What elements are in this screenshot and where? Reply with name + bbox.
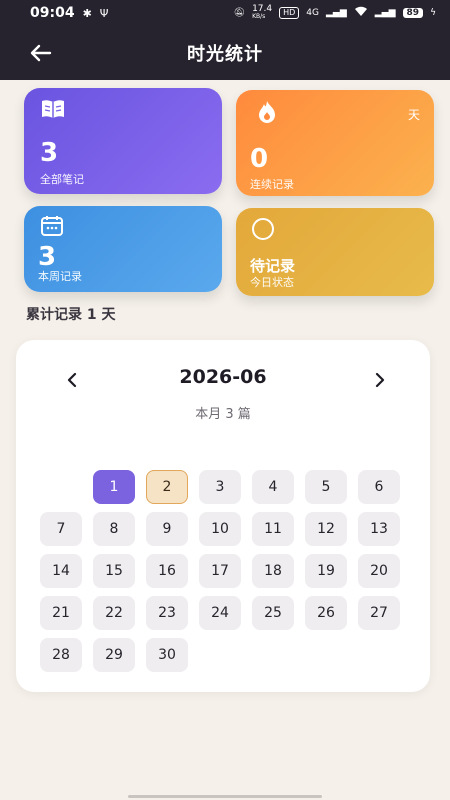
app-header: 时光统计: [0, 26, 450, 80]
calendar-day-2[interactable]: 2: [146, 470, 188, 504]
speed-unit: KB/s: [252, 13, 266, 20]
settings-icon: ✱: [82, 6, 92, 20]
calendar-day-3[interactable]: 3: [199, 470, 241, 504]
signal2-icon: ▂▄▆: [374, 8, 396, 18]
total-records-title: 累计记录 1 天: [26, 307, 116, 323]
calendar-panel: 2026-06 本月 3 篇 1 2 3 4 5 6 7 8 9 10 11 12 13 14 15 16 17…: [16, 340, 430, 692]
network-type: 4G: [306, 8, 319, 18]
calendar-day-17[interactable]: 17: [199, 554, 241, 588]
chevron-right-icon[interactable]: [368, 368, 392, 392]
calendar-icon: [40, 215, 64, 241]
hd-badge: HD: [279, 7, 300, 19]
calendar-day-4[interactable]: 4: [252, 470, 294, 504]
calendar-day-26[interactable]: 26: [305, 596, 347, 630]
calendar-day-7[interactable]: 7: [40, 512, 82, 546]
calendar-day-21[interactable]: 21: [40, 596, 82, 630]
calendar-day-8[interactable]: 8: [93, 512, 135, 546]
calendar-day-10[interactable]: 10: [199, 512, 241, 546]
charging-icon: ϟ: [430, 8, 436, 18]
circle-icon: [250, 216, 276, 246]
all-notes-card[interactable]: 3 全部笔记: [24, 88, 222, 194]
arrow-left-icon[interactable]: [28, 40, 54, 66]
calendar-day-30[interactable]: 30: [146, 638, 188, 672]
battery-indicator: 89: [402, 8, 424, 18]
calendar-day-20[interactable]: 20: [358, 554, 400, 588]
home-indicator: [128, 795, 322, 798]
calendar-day-19[interactable]: 19: [305, 554, 347, 588]
today-status-label: 今日状态: [250, 276, 294, 289]
week-records-card[interactable]: 3 本周记录: [24, 206, 222, 292]
calendar-day-18[interactable]: 18: [252, 554, 294, 588]
status-time: 09:04: [30, 5, 75, 21]
calendar-day-23[interactable]: 23: [146, 596, 188, 630]
today-status-card[interactable]: 待记录 今日状态: [236, 208, 434, 296]
status-bar: 09:04 ✱ Ψ 🔕︎ 17.4 KB/s HD 4G ▂▄▆ ▂▄▆ 89 …: [0, 0, 450, 26]
speed-value: 17.4: [252, 4, 273, 14]
today-status-value: 待记录: [250, 257, 296, 275]
wifi-icon: [354, 6, 368, 20]
all-notes-label: 全部笔记: [40, 173, 84, 186]
mute-icon: 🔕︎: [233, 8, 246, 18]
usb-icon: Ψ: [99, 6, 109, 20]
calendar-day-12[interactable]: 12: [305, 512, 347, 546]
all-notes-value: 3: [40, 138, 59, 168]
calendar-day-28[interactable]: 28: [40, 638, 82, 672]
calendar-day-25[interactable]: 25: [252, 596, 294, 630]
streak-label: 连续记录: [250, 178, 294, 191]
calendar-day-24[interactable]: 24: [199, 596, 241, 630]
week-records-label: 本周记录: [38, 270, 82, 283]
page-title: 时光统计: [187, 44, 263, 65]
calendar-day-6[interactable]: 6: [358, 470, 400, 504]
status-right: 🔕︎ 17.4 KB/s HD 4G ▂▄▆ ▂▄▆ 89 ϟ: [234, 5, 436, 21]
calendar-day-13[interactable]: 13: [358, 512, 400, 546]
signal-icon: ▂▄▆: [326, 8, 347, 18]
network-speed: 17.4 KB/s: [252, 5, 272, 21]
calendar-day-15[interactable]: 15: [93, 554, 135, 588]
calendar-day-14[interactable]: 14: [40, 554, 82, 588]
streak-unit: 天: [407, 108, 420, 122]
calendar-day-9[interactable]: 9: [146, 512, 188, 546]
flame-icon: [256, 100, 278, 128]
streak-value: 0: [250, 144, 269, 174]
calendar-day-16[interactable]: 16: [146, 554, 188, 588]
calendar-day-1[interactable]: 1: [93, 470, 135, 504]
calendar-day-29[interactable]: 29: [93, 638, 135, 672]
streak-card[interactable]: 天 0 连续记录: [236, 90, 434, 196]
calendar-day-27[interactable]: 27: [358, 596, 400, 630]
calendar-day-22[interactable]: 22: [93, 596, 135, 630]
book-icon: [40, 98, 66, 124]
calendar-day-11[interactable]: 11: [252, 512, 294, 546]
calendar-day-5[interactable]: 5: [305, 470, 347, 504]
month-entry-count: 本月 3 篇: [195, 407, 251, 422]
